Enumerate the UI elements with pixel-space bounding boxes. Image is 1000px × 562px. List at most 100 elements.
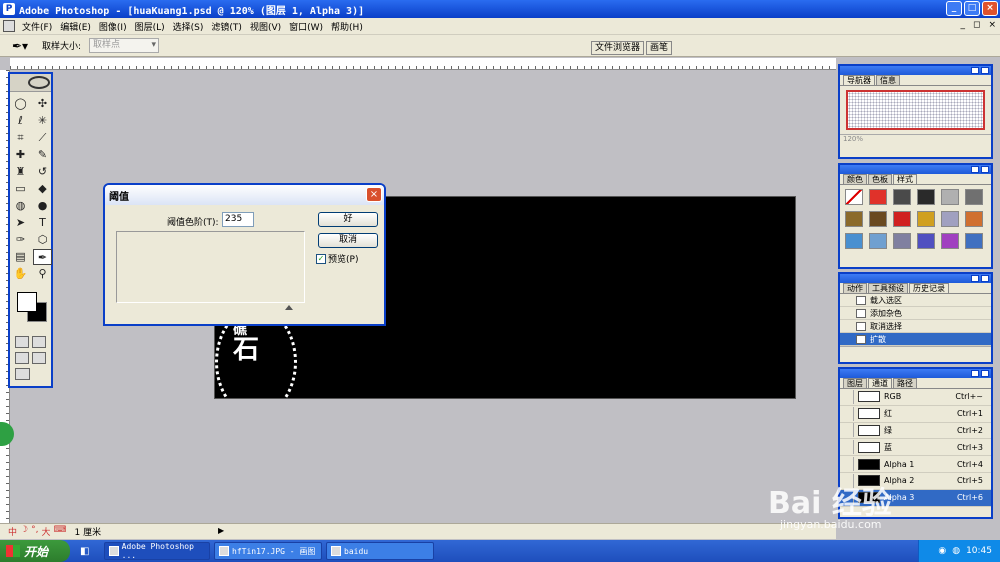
photoshop-app-icon[interactable]: P (3, 3, 15, 15)
tab-actions[interactable]: 动作 (843, 283, 867, 293)
menu-select[interactable]: 选择(S) (169, 20, 208, 33)
tab-navigator[interactable]: 导航器 (843, 75, 875, 85)
style-swatch[interactable] (965, 233, 983, 249)
tab-info[interactable]: 信息 (876, 75, 900, 85)
standard-mode-icon[interactable] (15, 336, 29, 348)
ime-toolbar[interactable]: 中 ☽ °, 大 ⌨ (0, 525, 66, 538)
menu-edit[interactable]: 编辑(E) (56, 20, 95, 33)
tab-history[interactable]: 历史记录 (909, 283, 949, 293)
color-swatches[interactable] (13, 290, 48, 330)
tab-channels[interactable]: 通道 (868, 378, 892, 388)
channel-row-rgb[interactable]: RGB Ctrl+~ (840, 389, 991, 406)
channel-row-blue[interactable]: 蓝 Ctrl+3 (840, 439, 991, 457)
task-paint[interactable]: hfTin17.JPG - 画图 (214, 542, 322, 560)
stamp-tool-icon[interactable]: ♜ (11, 164, 30, 180)
panel-header[interactable] (840, 274, 991, 283)
panel-minimize-icon[interactable] (971, 370, 979, 377)
dialog-title[interactable]: 阈值 (105, 185, 384, 205)
style-swatch[interactable] (893, 233, 911, 249)
style-swatch[interactable] (845, 211, 863, 227)
menu-window[interactable]: 窗口(W) (285, 20, 327, 33)
preview-checkbox-row[interactable]: ✓ 预览(P) (316, 252, 358, 265)
style-swatch[interactable] (845, 189, 863, 205)
ime-fullwidth[interactable]: 大 (41, 525, 50, 538)
style-swatch[interactable] (941, 189, 959, 205)
bucket-tool-icon[interactable]: ◆ (33, 181, 52, 197)
task-photoshop[interactable]: Adobe Photoshop ... (104, 542, 210, 560)
path-select-tool-icon[interactable]: ➤ (11, 215, 30, 231)
volume-icon[interactable]: ◉ (938, 546, 946, 556)
marquee-tool-icon[interactable]: ◯ (11, 96, 30, 112)
doc-close-icon[interactable]: × (988, 20, 996, 30)
doc-restore-icon[interactable]: ◻ (973, 20, 980, 30)
panel-minimize-icon[interactable] (971, 275, 979, 282)
style-swatch[interactable] (917, 233, 935, 249)
panel-close-icon[interactable] (981, 166, 989, 173)
status-menu-arrow-icon[interactable]: ▶ (218, 526, 224, 535)
screen-mode-menu-icon[interactable] (32, 352, 46, 364)
panel-close-icon[interactable] (981, 370, 989, 377)
ime-moon-icon[interactable]: ☽ (20, 525, 28, 538)
tab-paths[interactable]: 路径 (893, 378, 917, 388)
magic-wand-tool-icon[interactable]: ✳ (33, 113, 52, 129)
channel-row-red[interactable]: 红 Ctrl+1 (840, 406, 991, 423)
tab-tool-presets[interactable]: 工具预设 (868, 283, 908, 293)
shape-tool-icon[interactable]: ⬡ (33, 232, 52, 248)
ime-mode[interactable]: 中 (8, 525, 17, 538)
style-swatch[interactable] (893, 211, 911, 227)
close-button[interactable]: × (982, 1, 998, 16)
eraser-tool-icon[interactable]: ▭ (11, 181, 30, 197)
history-item-active[interactable]: 扩散 (840, 333, 991, 346)
panel-close-icon[interactable] (981, 67, 989, 74)
style-swatch[interactable] (893, 189, 911, 205)
cancel-button[interactable]: 取消 (318, 233, 378, 248)
quick-mask-icon[interactable] (32, 336, 46, 348)
dodge-tool-icon[interactable]: ● (33, 198, 52, 214)
brush-tool-icon[interactable]: ✎ (33, 147, 52, 163)
maximize-button[interactable]: □ (964, 1, 980, 16)
style-swatch[interactable] (941, 211, 959, 227)
task-folder[interactable]: baidu (326, 542, 434, 560)
menu-filter[interactable]: 滤镜(T) (207, 20, 246, 33)
brushes-tab[interactable]: 画笔 (645, 41, 672, 55)
tab-styles[interactable]: 样式 (893, 174, 917, 184)
threshold-level-input[interactable]: 235 (222, 212, 254, 227)
ime-keyboard-icon[interactable]: ⌨ (53, 525, 66, 538)
doc-minimize-icon[interactable]: _ (960, 20, 965, 30)
dialog-close-button[interactable]: × (366, 187, 382, 202)
style-swatch[interactable] (869, 233, 887, 249)
style-swatch[interactable] (869, 211, 887, 227)
style-swatch[interactable] (965, 189, 983, 205)
foreground-color[interactable] (17, 292, 37, 312)
visibility-toggle[interactable] (840, 406, 854, 421)
slice-tool-icon[interactable]: ⟋ (33, 130, 52, 146)
visibility-toggle[interactable] (840, 423, 854, 438)
eyedropper-preset-icon[interactable]: ✒▾ (12, 39, 34, 53)
menu-layer[interactable]: 图层(L) (131, 20, 169, 33)
preview-checkbox[interactable]: ✓ (316, 253, 326, 264)
type-tool-icon[interactable]: T (33, 215, 52, 231)
menu-help[interactable]: 帮助(H) (327, 20, 367, 33)
menu-view[interactable]: 视图(V) (246, 20, 285, 33)
channel-row-green[interactable]: 绿 Ctrl+2 (840, 423, 991, 440)
quick-launch-icon[interactable]: ◧ (80, 546, 100, 557)
crop-tool-icon[interactable]: ⌗ (11, 130, 30, 146)
visibility-toggle[interactable] (840, 457, 854, 472)
style-swatch[interactable] (965, 211, 983, 227)
style-swatch[interactable] (917, 211, 935, 227)
tab-swatches[interactable]: 色板 (868, 174, 892, 184)
toolbox-header[interactable] (10, 74, 51, 92)
history-item[interactable]: 取消选择 (840, 320, 991, 333)
hand-tool-icon[interactable]: ✋ (11, 266, 30, 282)
menu-image[interactable]: 图像(I) (95, 20, 131, 33)
eyedropper-tool-icon[interactable]: ✒ (33, 249, 52, 265)
ok-button[interactable]: 好 (318, 212, 378, 227)
style-swatch[interactable] (917, 189, 935, 205)
minimize-button[interactable]: _ (946, 1, 962, 16)
blur-tool-icon[interactable]: ◍ (11, 198, 30, 214)
file-browser-tab[interactable]: 文件浏览器 (590, 41, 644, 55)
history-item[interactable]: 添加杂色 (840, 307, 991, 320)
move-tool-icon[interactable]: ✣ (33, 96, 52, 112)
sample-size-select[interactable]: 取样点 (89, 38, 160, 53)
navigator-thumbnail[interactable] (846, 90, 985, 130)
